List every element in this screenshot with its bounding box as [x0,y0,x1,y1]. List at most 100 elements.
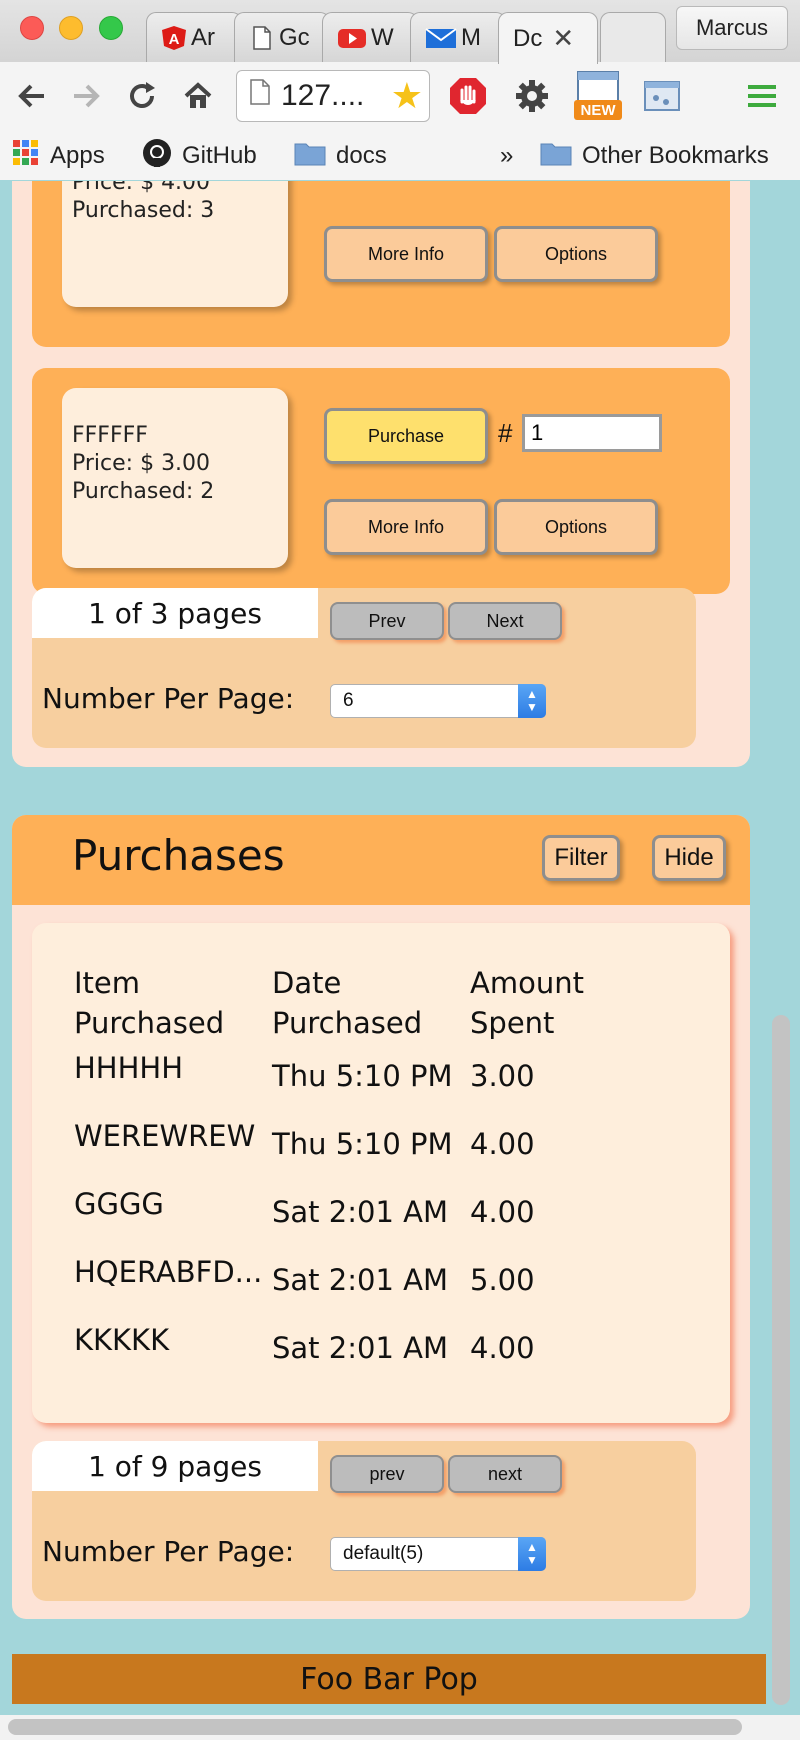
filter-button[interactable]: Filter [542,835,620,881]
document-icon [249,25,275,51]
bookmarks-bar: Apps GitHub docs » Other Bookmarks [0,132,800,180]
cell-item: GGGG [74,1187,164,1221]
folder-icon [294,140,326,173]
hide-button[interactable]: Hide [652,835,726,881]
tab-label: Dc [513,24,543,52]
purchases-pager: 1 of 9 pages prev next Number Per Page: … [32,1441,696,1601]
tab-angular[interactable]: A Ar [146,12,242,62]
per-page-label: Number Per Page: [42,682,295,715]
prev-button[interactable]: prev [330,1455,444,1493]
cell-amount: 3.00 [470,1059,535,1093]
purchases-header: Purchases Filter Hide [12,815,750,905]
address-bar[interactable]: 127.... ★ [236,70,430,122]
minimize-window-button[interactable] [59,16,83,40]
back-arrow-icon[interactable] [14,78,50,114]
bookmark-label: docs [336,142,387,169]
next-button[interactable]: next [448,1455,562,1493]
item-price: Price: $ 3.00 [72,451,211,476]
options-button[interactable]: Options [494,499,658,555]
tab-youtube[interactable]: W [322,12,418,62]
cell-item: WEREWREW [74,1119,256,1153]
item-purchased: Purchased: 2 [72,479,215,504]
purchase-button[interactable]: Purchase [324,408,488,464]
adblock-icon[interactable] [444,72,492,120]
cell-date: Sat 2:01 AM [272,1195,448,1229]
bookmark-github[interactable]: GitHub [142,138,257,174]
per-page-value: default(5) [343,1543,424,1564]
github-icon [142,138,172,175]
angular-icon: A [161,25,187,51]
gear-icon[interactable] [508,72,556,120]
cell-date: Sat 2:01 AM [272,1331,448,1365]
per-page-value: 6 [343,690,354,711]
menu-icon[interactable] [738,72,786,120]
item-name: FFFFFF [72,423,148,448]
bookmark-label: GitHub [182,142,257,169]
cell-amount: 4.00 [470,1127,535,1161]
page-status: 1 of 9 pages [32,1441,318,1491]
folder-icon [540,140,572,173]
tab-label: W [371,23,394,51]
purchases-panel: Purchases Filter Hide Item Purchased Date… [12,815,750,1619]
more-info-button[interactable]: More Info [324,226,488,282]
bookmark-apps[interactable]: Apps [12,138,105,174]
vertical-scrollbar[interactable] [772,1015,790,1705]
items-panel: Price: $ 4.00 Purchased: 3 More Info Opt… [12,181,750,767]
item-card: Price: $ 4.00 Purchased: 3 [62,181,288,307]
per-page-select[interactable]: 6 ▲ ▼ [330,684,546,718]
page-icon [249,78,271,114]
horizontal-scrollbar[interactable] [8,1719,742,1735]
cell-item: HHHHH [74,1051,184,1085]
prev-button[interactable]: Prev [330,602,444,640]
tab-label: M [461,23,481,51]
tab-document[interactable]: Gc [234,12,330,62]
zoom-window-button[interactable] [99,16,123,40]
bookmark-star-icon[interactable]: ★ [391,77,423,115]
tab-mail[interactable]: M [410,12,506,62]
profile-button[interactable]: Marcus [676,6,788,50]
more-info-button[interactable]: More Info [324,499,488,555]
next-button[interactable]: Next [448,602,562,640]
bookmark-label: Other Bookmarks [582,142,769,169]
tab-strip: A Ar Gc W M Dc ✕ Marcus [0,0,800,64]
apps-grid-icon [12,139,40,174]
item-row: Price: $ 4.00 Purchased: 3 More Info Opt… [32,181,730,347]
item-card: FFFFFF Price: $ 3.00 Purchased: 2 [62,388,288,568]
purchases-table: Item Purchased Date Purchased Amount Spent … [32,923,730,1423]
browser-toolbar: 127.... ★ NEW [0,62,800,132]
browser-chrome: A Ar Gc W M Dc ✕ Marcus 127.... ★ NEW Ap… [0,0,800,180]
quantity-input[interactable]: 1 [522,414,662,452]
column-header-item: Item Purchased [74,966,225,1040]
bookmark-label: Apps [50,142,105,169]
bookmarks-overflow-button[interactable]: » [500,138,513,174]
youtube-icon [337,25,367,51]
window-extension-icon[interactable] [638,72,686,120]
cell-item: HQERABFD... [74,1255,263,1289]
cell-date: Thu 5:10 PM [272,1127,453,1161]
select-arrows-icon: ▲ ▼ [518,1537,546,1571]
new-extension-icon[interactable]: NEW [570,68,626,124]
close-window-button[interactable] [20,16,44,40]
per-page-select[interactable]: default(5) ▲ ▼ [330,1537,546,1571]
select-arrows-icon: ▲ ▼ [518,684,546,718]
new-tab-button[interactable] [600,12,666,62]
home-icon[interactable] [180,78,216,114]
cell-amount: 5.00 [470,1263,535,1297]
column-header-amount: Amount Spent [470,966,584,1040]
page-status: 1 of 3 pages [32,588,318,638]
options-button[interactable]: Options [494,226,658,282]
quantity-label: # [498,418,513,448]
forward-arrow-icon[interactable] [68,78,104,114]
tab-active[interactable]: Dc ✕ [498,12,598,64]
tab-label: Ar [191,23,215,51]
page-footer: Foo Bar Pop [12,1654,766,1704]
bookmark-other[interactable]: Other Bookmarks [540,138,769,174]
close-tab-icon[interactable]: ✕ [552,23,574,54]
purchases-title: Purchases [72,831,285,880]
reload-icon[interactable] [124,78,160,114]
bookmark-docs[interactable]: docs [294,138,387,174]
tab-label: Gc [279,23,310,51]
new-badge: NEW [580,102,616,119]
item-row: FFFFFF Price: $ 3.00 Purchased: 2 Purcha… [32,368,730,594]
per-page-label: Number Per Page: [42,1535,295,1568]
